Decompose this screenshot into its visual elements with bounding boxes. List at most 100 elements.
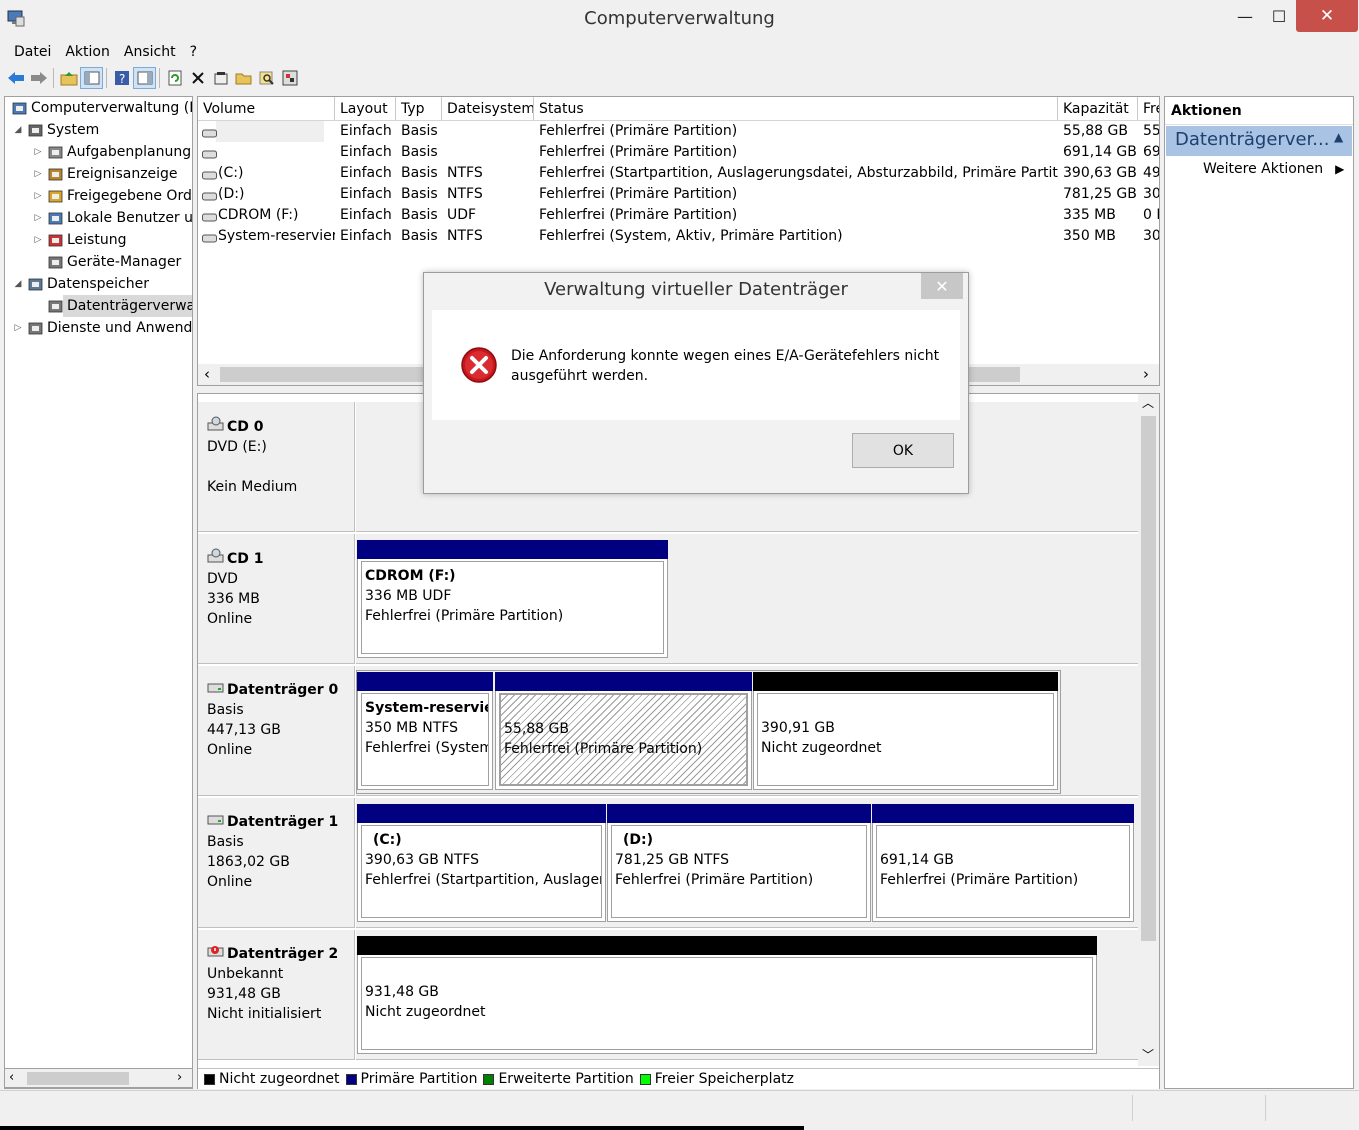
settings-icon[interactable] [278, 67, 301, 89]
tree-item[interactable]: ▷ Ereignisanzeige [5, 163, 192, 185]
partition-title: CDROM (F:) [365, 568, 456, 584]
scrollbar-thumb[interactable] [1141, 416, 1156, 941]
dialog-title: Verwaltung virtueller Datenträger [544, 279, 848, 300]
partition-size: 691,14 GB [880, 852, 954, 868]
show-hide-action-pane-icon[interactable] [133, 67, 156, 89]
tree-item[interactable]: ▷ Lokale Benutzer und Gruppen [5, 207, 192, 229]
expanded-arrow-icon[interactable]: ◢ [13, 119, 23, 141]
dialog-close-button[interactable]: ✕ [921, 273, 963, 299]
partition-status: Fehlerfrei (Primäre Partition) [880, 872, 1079, 888]
scroll-down-icon[interactable]: ﹀ [1142, 1046, 1154, 1063]
disk-status: Kein Medium [207, 479, 298, 495]
partition-size: 55,88 GB [504, 721, 569, 737]
more-actions-item[interactable]: Weitere Aktionen ▶ [1203, 161, 1344, 177]
table-row[interactable]: (C:) Einfach Basis NTFS Fehlerfrei (Startpar… [198, 163, 1159, 184]
column-header[interactable]: Typ [396, 97, 442, 121]
table-row[interactable]: Einfach Basis Fehlerfrei (Primäre Partitio… [198, 121, 1159, 142]
disk-vertical-scrollbar[interactable]: ︿ ﹀ [1138, 394, 1159, 1066]
partition-c[interactable]: (C:) 390,63 GB NTFS Fehlerfrei (Startpar… [357, 804, 606, 922]
partition-system-reserved[interactable]: System-reserviert 350 MB NTFS Fehlerfrei… [357, 672, 493, 790]
search-icon[interactable] [255, 67, 278, 89]
tree-horizontal-scrollbar[interactable]: ‹ › [4, 1068, 193, 1088]
collapsed-arrow-icon[interactable]: ▷ [33, 141, 43, 163]
disk-name: Datenträger 0 [227, 682, 339, 698]
dialog-message: Die Anforderung konnte wegen eines E/A-G… [511, 348, 940, 384]
forward-arrow-icon[interactable] [27, 67, 50, 89]
tree-item[interactable]: ▷ Aufgabenplanung [5, 141, 192, 163]
column-header[interactable]: Volume [198, 97, 335, 121]
refresh-icon[interactable] [163, 67, 186, 89]
collapsed-arrow-icon[interactable]: ▷ [33, 207, 43, 229]
disk-label-disk0[interactable]: Datenträger 0 Basis 447,13 GB Online [198, 666, 355, 796]
partition-d[interactable]: (D:) 781,25 GB NTFS Fehlerfrei (Primäre … [607, 804, 871, 922]
scroll-up-icon[interactable]: ︿ [1142, 394, 1154, 411]
menu-aktion[interactable]: Aktion [59, 40, 118, 64]
collapsed-arrow-icon[interactable]: ▷ [33, 229, 43, 251]
tree-item[interactable]: ▷ Leistung [5, 229, 192, 251]
partition-unallocated-931gb[interactable]: 931,48 GB Nicht zugeordnet [357, 936, 1097, 1054]
expanded-arrow-icon[interactable]: ◢ [13, 273, 23, 295]
computer-management-icon [11, 100, 28, 117]
column-header[interactable]: Fre [1138, 97, 1159, 121]
disk-label-disk2[interactable]: Datenträger 2 Unbekannt 931,48 GB Nicht … [198, 930, 355, 1060]
tree-item[interactable]: Computerverwaltung (Lokal) [5, 97, 192, 119]
scroll-left-icon[interactable]: ‹ [9, 1069, 14, 1087]
column-header[interactable]: Kapazität [1058, 97, 1138, 121]
maximize-button[interactable]: ☐ [1257, 0, 1301, 32]
collapsed-arrow-icon[interactable]: ▷ [33, 163, 43, 185]
properties-icon[interactable] [209, 67, 232, 89]
scrollbar-thumb[interactable] [27, 1072, 129, 1085]
menu-help[interactable]: ? [184, 40, 205, 64]
table-cell: Fehlerfrei (Startpartition, Auslagerungs… [539, 165, 1058, 181]
disk-size: 447,13 GB [207, 722, 281, 738]
table-row[interactable]: System-reserviert Einfach Basis NTFS Fehlerf… [198, 226, 1159, 247]
disk-area-disk1: (C:) 390,63 GB NTFS Fehlerfrei (Startpar… [356, 798, 1139, 928]
primary-partition-bar [872, 804, 1134, 823]
ok-button[interactable]: OK [852, 433, 954, 468]
table-row[interactable]: CDROM (F:) Einfach Basis UDF Fehlerfrei (Pri… [198, 205, 1159, 226]
delete-icon[interactable] [186, 67, 209, 89]
partition-55gb[interactable]: 55,88 GB Fehlerfrei (Primäre Partition) [495, 672, 752, 790]
cd-drive-icon [207, 548, 224, 569]
tree-item[interactable]: ◢ System [5, 119, 192, 141]
collapsed-arrow-icon[interactable]: ▷ [13, 317, 23, 339]
column-header[interactable]: Layout [335, 97, 396, 121]
disk-status: Online [207, 742, 253, 758]
column-header[interactable]: Status [534, 97, 1058, 121]
disk-label-cd0[interactable]: CD 0 DVD (E:) Kein Medium [198, 402, 355, 532]
help-icon[interactable]: ? [110, 67, 133, 89]
collapsed-arrow-icon[interactable]: ▷ [33, 185, 43, 207]
tree-item[interactable]: Datenträgerverwaltung [5, 295, 192, 317]
partition-cdrom-f[interactable]: CDROM (F:) 336 MB UDF Fehlerfrei (Primär… [357, 540, 668, 658]
disk-area-disk0: System-reserviert 350 MB NTFS Fehlerfrei… [356, 666, 1139, 796]
close-button[interactable]: ✕ [1296, 0, 1358, 32]
scroll-right-icon[interactable]: › [1143, 364, 1149, 384]
open-folder-icon[interactable] [232, 67, 255, 89]
column-header[interactable]: Dateisystem [442, 97, 534, 121]
scroll-right-icon[interactable]: › [177, 1069, 182, 1087]
actions-section-header[interactable]: Datenträgerver... ▲ [1166, 126, 1352, 156]
scroll-left-icon[interactable]: ‹ [204, 364, 210, 384]
partition-691gb[interactable]: 691,14 GB Fehlerfrei (Primäre Partition) [872, 804, 1134, 922]
disk-label-disk1[interactable]: Datenträger 1 Basis 1863,02 GB Online [198, 798, 355, 928]
tree-item[interactable]: ◢ Datenspeicher [5, 273, 192, 295]
table-row[interactable]: Einfach Basis Fehlerfrei (Primäre Partitio… [198, 142, 1159, 163]
back-arrow-icon[interactable] [4, 67, 27, 89]
disk-management-icon [47, 298, 64, 315]
partition-unallocated-390gb[interactable]: 390,91 GB Nicht zugeordnet [753, 672, 1058, 790]
tree-item[interactable]: ▷ Freigegebene Ordner [5, 185, 192, 207]
up-folder-icon[interactable] [57, 67, 80, 89]
tree-item[interactable]: ▷ Dienste und Anwendungen [5, 317, 192, 339]
dialog-body: Die Anforderung konnte wegen eines E/A-G… [432, 310, 960, 420]
show-hide-tree-icon[interactable] [80, 67, 103, 89]
menu-datei[interactable]: Datei [0, 40, 59, 64]
legend-label: Erweiterte Partition [498, 1071, 634, 1087]
table-row[interactable]: (D:) Einfach Basis NTFS Fehlerfrei (Primäre … [198, 184, 1159, 205]
tree-item[interactable]: Geräte-Manager [5, 251, 192, 273]
table-cell: 335 MB [1063, 207, 1116, 223]
menu-ansicht[interactable]: Ansicht [118, 40, 184, 64]
disk-label-cd1[interactable]: CD 1 DVD 336 MB Online [198, 534, 355, 664]
tree-item-label: Leistung [67, 232, 127, 248]
collapse-triangle-icon[interactable]: ▲ [1334, 130, 1343, 144]
status-divider [1265, 1095, 1266, 1121]
